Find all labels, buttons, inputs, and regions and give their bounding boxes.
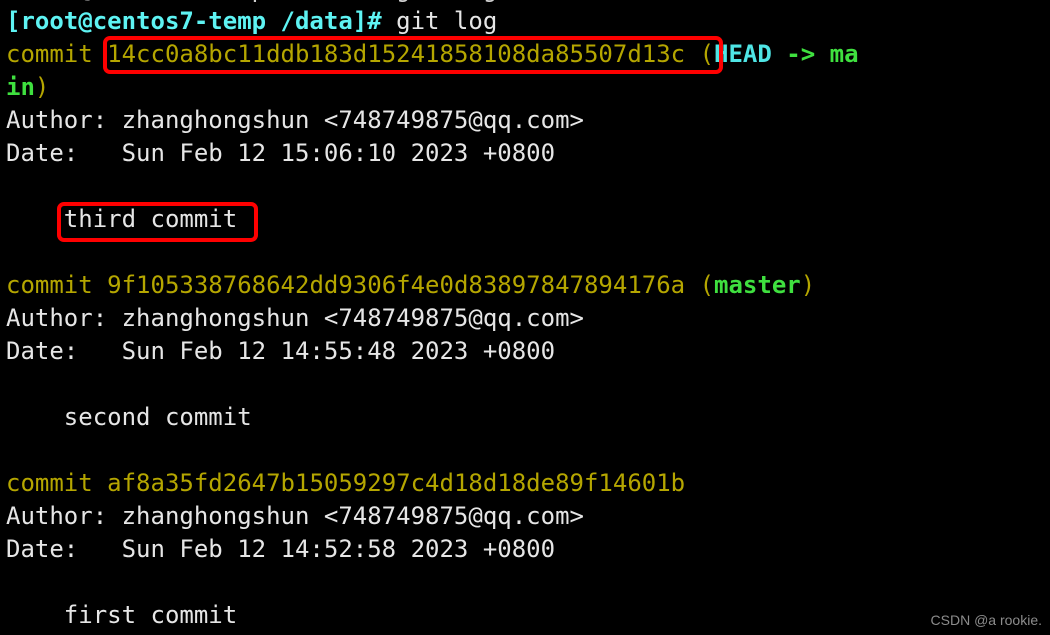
csdn-watermark: CSDN @a rookie. [930, 612, 1042, 628]
commit-message-line: first commit [6, 599, 1050, 632]
branch-ref-wrapped-part1: ma [829, 40, 859, 68]
commit-date: Date: Sun Feb 12 15:06:10 2023 +0800 [6, 139, 556, 167]
commit-hash: 14cc0a8bc11ddb183d15241858108da85507d13c [107, 40, 686, 68]
branch-ref-wrapped-part2: in [6, 73, 35, 101]
refs-open-paren: ( [685, 271, 715, 299]
commit-message-line: third commit [6, 203, 1050, 236]
commit-hash: 9f105338768642dd9306f4e0d83897847894176a [107, 271, 686, 299]
shell-prompt: [root@centos7-temp /data]# [6, 7, 382, 35]
refs-open-paren: ( [685, 40, 715, 68]
refs-close-paren: ) [34, 73, 50, 101]
prompt-line: [root@centos7-temp /data]# git log [6, 5, 1050, 38]
refs-close-paren: ) [800, 271, 816, 299]
commit-message: second commit [6, 403, 252, 431]
commit-date-line: Date: Sun Feb 12 15:06:10 2023 +0800 [6, 137, 1050, 170]
head-ref-label: HEAD [714, 40, 772, 68]
commit-keyword: commit [6, 40, 108, 68]
commit-date: Date: Sun Feb 12 14:55:48 2023 +0800 [6, 337, 556, 365]
commit-keyword: commit [6, 271, 108, 299]
commit-header-line: commit 9f105338768642dd9306f4e0d83897847… [6, 269, 1050, 302]
commit-hash: af8a35fd2647b15059297c4d18d18de89f14601b [107, 469, 686, 497]
commit-message-line: second commit [6, 401, 1050, 434]
commit-header-line: commit 14cc0a8bc11ddb183d15241858108da85… [6, 38, 1050, 71]
commit-header-wrap-line: in) [6, 71, 1050, 104]
commit-keyword: commit [6, 469, 108, 497]
commit-date-line: Date: Sun Feb 12 14:55:48 2023 +0800 [6, 335, 1050, 368]
head-ref-arrow: -> [771, 40, 830, 68]
commit-date-line: Date: Sun Feb 12 14:52:58 2023 +0800 [6, 533, 1050, 566]
commit-header-line: commit af8a35fd2647b15059297c4d18d18de89… [6, 467, 1050, 500]
branch-ref-label: master [714, 271, 801, 299]
terminal-window[interactable]: [root@centos7-temp /data]# git log [root… [0, 0, 1050, 635]
commit-author: Author: zhanghongshun <748749875@qq.com> [6, 502, 584, 530]
commit-author: Author: zhanghongshun <748749875@qq.com> [6, 106, 584, 134]
commit-message: first commit [6, 601, 238, 629]
shell-command: git log [381, 7, 498, 35]
terminal-output: [root@centos7-temp /data]# git log commi… [6, 5, 1050, 632]
commit-author-line: Author: zhanghongshun <748749875@qq.com> [6, 500, 1050, 533]
commit-author-line: Author: zhanghongshun <748749875@qq.com> [6, 302, 1050, 335]
commit-author-line: Author: zhanghongshun <748749875@qq.com> [6, 104, 1050, 137]
commit-date: Date: Sun Feb 12 14:52:58 2023 +0800 [6, 535, 556, 563]
commit-message: third commit [6, 205, 238, 233]
commit-author: Author: zhanghongshun <748749875@qq.com> [6, 304, 584, 332]
